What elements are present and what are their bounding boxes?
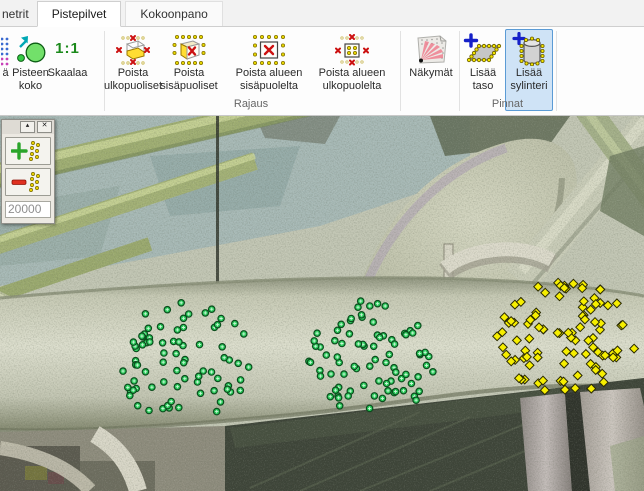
point-cloud-viewport[interactable]: ▴ ✕	[0, 116, 644, 491]
add-plane-icon	[463, 30, 503, 66]
ribbon-button-label: Lisää sylinteri	[510, 67, 547, 93]
panel-title-bar[interactable]: ▴ ✕	[2, 120, 54, 134]
views-icon	[413, 30, 449, 66]
ribbon-button-clipped-colorize[interactable]: ä	[0, 29, 11, 111]
point-density-panel: ▴ ✕	[1, 119, 55, 224]
ribbon-separator	[400, 31, 401, 111]
add-points-icon	[11, 140, 45, 162]
remove-inside-icon	[172, 30, 206, 66]
ribbon-button-scale[interactable]: 1:1 Skaalaa	[49, 29, 86, 111]
close-icon[interactable]: ✕	[37, 121, 52, 133]
collapse-icon[interactable]: ▴	[20, 121, 35, 133]
add-points-button[interactable]	[5, 137, 51, 165]
noise-light-overlay	[0, 116, 644, 491]
ribbon-separator	[556, 31, 557, 111]
ribbon-group-rajaus: Rajaus	[106, 97, 396, 111]
ribbon-button-label: Poista alueen ulkopuolelta	[319, 67, 386, 93]
ribbon-group-pinnat: Pinnat	[462, 97, 553, 111]
ribbon-button-label: Poista sisäpuoliset	[160, 67, 217, 93]
ribbon-button-label: Poista alueen sisäpuolelta	[236, 67, 303, 93]
point-size-icon	[15, 30, 47, 66]
ribbon-button-point-size[interactable]: Pisteen koko	[12, 29, 49, 111]
add-cylinder-icon	[511, 30, 547, 66]
one-to-one-icon: 1:1	[55, 30, 80, 66]
tab-pistepilvet[interactable]: Pistepilvet	[37, 1, 122, 27]
ribbon-button-label: Poista ulkopuoliset	[104, 67, 162, 93]
ribbon-button-views[interactable]: Näkymät	[403, 29, 459, 111]
color-dots-icon	[0, 30, 11, 66]
app-window: { "tabs": [ {"id": "parametrit-partial",…	[0, 0, 644, 491]
remove-area-inside-icon	[252, 30, 286, 66]
remove-points-button[interactable]	[5, 168, 51, 196]
ribbon-tab-bar: netrit Pistepilvet Kokoonpano	[0, 0, 644, 27]
ribbon-button-label: Skaalaa	[48, 67, 88, 80]
tab-parametrit-partial[interactable]: netrit	[0, 2, 33, 26]
ribbon-button-label: Näkymät	[409, 67, 452, 80]
point-count-field[interactable]: 20000	[5, 201, 51, 218]
point-cloud-scene	[0, 116, 644, 491]
ribbon-button-label: Pisteen koko	[12, 67, 49, 93]
ribbon-separator	[459, 31, 460, 111]
ribbon-button-label: Lisää taso	[470, 67, 496, 93]
remove-points-icon	[11, 171, 45, 193]
tab-kokoonpano[interactable]: Kokoonpano	[125, 1, 222, 26]
ribbon-button-label: ä	[2, 67, 8, 80]
remove-area-outside-icon	[335, 30, 369, 66]
ribbon: ä Pisteen koko 1:1 Skaalaa	[0, 27, 644, 116]
remove-outside-icon	[116, 30, 150, 66]
